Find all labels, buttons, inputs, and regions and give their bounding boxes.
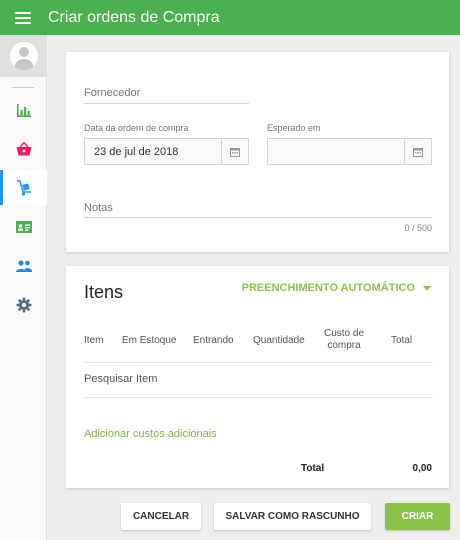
- sidebar-item-settings[interactable]: [0, 287, 47, 322]
- notes-input[interactable]: [84, 217, 432, 218]
- add-costs-link[interactable]: Adicionar custos adicionais: [84, 428, 217, 440]
- cancel-button[interactable]: CANCELAR: [121, 503, 201, 530]
- items-title: Itens: [84, 282, 124, 302]
- column-header: Total: [391, 335, 413, 346]
- save-draft-button[interactable]: SALVAR COMO RASCUNHO: [214, 503, 371, 530]
- autofill-dropdown[interactable]: PREENCHIMENTO AUTOMÁTICO: [242, 282, 431, 294]
- sidebar-item-purchases[interactable]: [0, 170, 47, 205]
- menu-icon[interactable]: [0, 0, 46, 35]
- divider: [84, 362, 433, 363]
- sidebar-divider: [12, 87, 34, 88]
- total-label: Total: [301, 463, 325, 474]
- supplier-label: Fornecedor: [84, 87, 141, 99]
- column-header: Quantidade: [253, 335, 305, 346]
- people-icon: [15, 259, 32, 272]
- sidebar-item-inventory[interactable]: [0, 209, 47, 244]
- column-header: Entrando: [193, 335, 234, 346]
- order-details-card: Fornecedor Data da ordem de compra 23 de…: [66, 52, 449, 252]
- order-date-field[interactable]: 23 de jul de 2018: [84, 138, 249, 165]
- autofill-label: PREENCHIMENTO AUTOMÁTICO: [241, 282, 415, 294]
- expected-date-label: Esperado em: [267, 123, 321, 133]
- sidebar-item-sales[interactable]: [0, 131, 47, 166]
- hand-truck-icon: [16, 179, 31, 196]
- column-header: Custo de compra: [323, 328, 365, 351]
- order-date-label: Data da ordem de compra: [84, 123, 189, 133]
- items-card: Itens PREENCHIMENTO AUTOMÁTICO Item Em E…: [66, 266, 449, 488]
- order-date-value: 23 de jul de 2018: [94, 145, 179, 158]
- total-value: 0,00: [412, 463, 432, 474]
- create-button[interactable]: CRIAR: [385, 503, 450, 530]
- caret-down-icon: [423, 285, 431, 291]
- search-item-input[interactable]: Pesquisar Item: [84, 373, 157, 385]
- page-title: Criar ordens de Compra: [48, 8, 220, 26]
- sidebar-item-contacts[interactable]: [0, 248, 47, 283]
- sidebar: [0, 35, 47, 540]
- gear-icon: [16, 297, 31, 312]
- notes-counter: 0 / 500: [404, 223, 432, 233]
- divider: [84, 397, 433, 398]
- calendar-icon[interactable]: [404, 139, 431, 164]
- avatar[interactable]: [0, 35, 47, 77]
- sidebar-item-reports[interactable]: [0, 92, 47, 127]
- avatar-icon: [9, 42, 38, 70]
- calendar-icon[interactable]: [221, 139, 248, 164]
- expected-date-field[interactable]: [267, 138, 432, 165]
- notes-label: Notas: [84, 202, 113, 214]
- column-header: Item: [84, 335, 104, 346]
- app-bar: Criar ordens de Compra: [0, 0, 460, 35]
- id-card-icon: [15, 220, 32, 233]
- basket-icon: [16, 140, 31, 155]
- supplier-input[interactable]: [84, 103, 249, 104]
- column-header: Em Estoque: [122, 335, 177, 346]
- bar-chart-icon: [16, 103, 31, 117]
